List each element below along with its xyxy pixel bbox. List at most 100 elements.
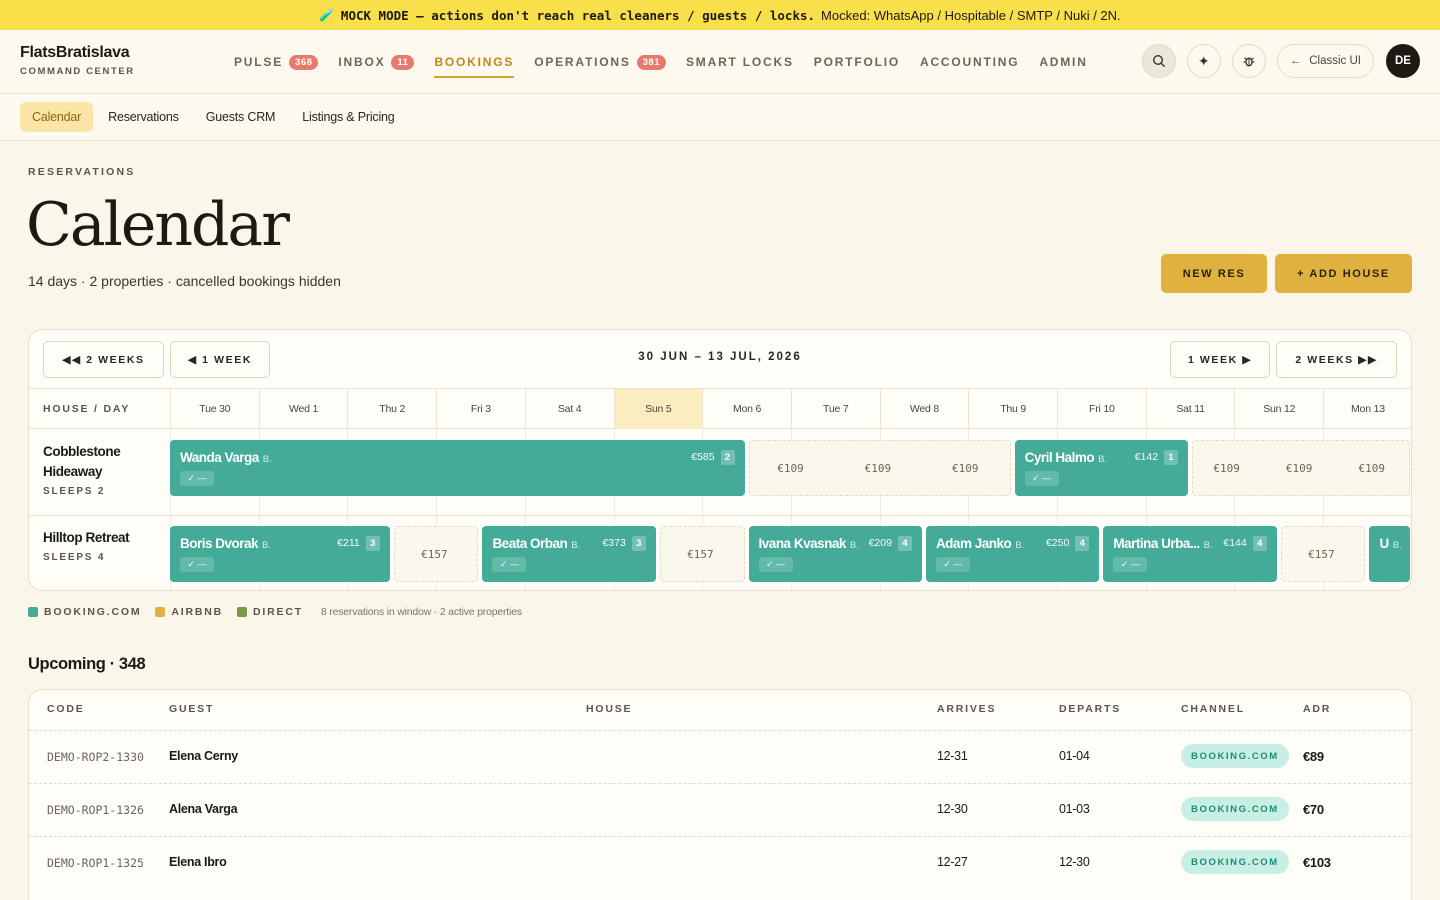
booking-guest: Adam Janko B.: [936, 536, 1024, 551]
booking-status-chip: ✓ —: [180, 557, 214, 572]
upcoming-title: Upcoming · 348: [28, 655, 146, 673]
available-slot[interactable]: €157: [1280, 526, 1366, 582]
booking-nights-badge: 3: [365, 536, 380, 551]
next-2-weeks-button[interactable]: 2 WEEKS ▶▶: [1276, 341, 1397, 378]
house-label[interactable]: Hilltop Retreat SLEEPS 4: [43, 528, 130, 563]
bug-icon: [1243, 57, 1255, 67]
brand-subtitle: COMMAND CENTER: [20, 66, 135, 77]
booking-bar[interactable]: Wanda Varga B. €585 2 ✓ —: [170, 440, 745, 496]
prev-1-week-button[interactable]: ◀ 1 WEEK: [170, 341, 270, 378]
nav-count-badge: 368: [289, 54, 319, 70]
booking-guest-name: Boris Dvorak: [180, 536, 259, 551]
house-label[interactable]: Cobblestone Hideaway SLEEPS 2: [43, 442, 143, 497]
available-slot[interactable]: €109 €109 €109: [748, 440, 1011, 496]
table-row[interactable]: DEMO-ROP2-1330 Elena Cerny 12-31 01-04 BOOKI…: [29, 730, 1411, 783]
nav-accounting[interactable]: ACCOUNTING: [910, 30, 1029, 94]
booking-status-chip: ✓ —: [180, 471, 214, 486]
table-row[interactable]: DEMO-ROP1-1325 Elena Ibro 12-27 12-30 BOOKIN…: [29, 836, 1411, 889]
channel-badge: BOOKING.COM: [1181, 797, 1289, 821]
column-header-departs[interactable]: DEPARTS: [1059, 703, 1121, 715]
upcoming-table: CODE GUEST HOUSE ARRIVES DEPARTS CHANNEL ADR DE…: [28, 689, 1412, 900]
booking-price: €144: [1223, 537, 1247, 549]
subtab-guests-crm[interactable]: Guests CRM: [194, 102, 288, 132]
booking-bar[interactable]: Adam Janko B. €250 4 ✓ —: [925, 526, 1100, 582]
booking-bar[interactable]: Cyril Halmo B. €142 1 ✓ —: [1014, 440, 1189, 496]
nav-count-badge: 381: [636, 54, 666, 70]
table-row[interactable]: DEMO-ROP1-1326 Alena Varga 12-30 01-03 BOOKI…: [29, 783, 1411, 836]
calendar-panel: 30 JUN – 13 JUL, 2026 ◀◀ 2 WEEKS ◀ 1 WEE…: [28, 329, 1412, 591]
column-header-adr[interactable]: ADR: [1303, 703, 1331, 715]
booking-guest: Beata Orban B.: [492, 536, 580, 551]
column-header-arrives[interactable]: ARRIVES: [937, 703, 996, 715]
booking-price: €211: [337, 537, 360, 549]
nav-smart-locks[interactable]: SMART LOCKS: [676, 30, 804, 94]
new-res-button[interactable]: NEW RES: [1161, 254, 1267, 293]
legend-item: AIRBNB: [155, 606, 223, 618]
booking-bar[interactable]: Boris Dvorak B. €211 3 ✓ —: [170, 526, 390, 582]
available-slot[interactable]: €109 €109 €109: [1192, 440, 1410, 496]
search-button[interactable]: [1141, 44, 1176, 78]
nav-bookings[interactable]: BOOKINGS: [424, 30, 524, 94]
subtab-listings-pricing[interactable]: Listings & Pricing: [290, 102, 406, 132]
page-eyebrow: RESERVATIONS: [28, 166, 136, 178]
nav-label: BOOKINGS: [434, 55, 515, 69]
nav-pulse[interactable]: PULSE 368: [224, 30, 328, 94]
nav-admin[interactable]: ADMIN: [1029, 30, 1097, 94]
avatar[interactable]: DE: [1386, 44, 1420, 78]
booking-bar[interactable]: Beata Orban B. €373 3 ✓ —: [482, 526, 656, 582]
day-header-cell: Sun 12: [1234, 389, 1323, 429]
booking-guest-name: Martina Urba...: [1113, 536, 1200, 551]
slot-price: €109: [864, 462, 892, 475]
available-slot[interactable]: €157: [393, 526, 479, 582]
next-1-week-button[interactable]: 1 WEEK ▶: [1170, 341, 1270, 378]
slot-price: €109: [951, 462, 979, 475]
legend-label: BOOKING.COM: [44, 606, 142, 618]
house-name: Hilltop Retreat: [43, 530, 130, 545]
booking-bar[interactable]: U B.: [1369, 526, 1410, 582]
nav-portfolio[interactable]: PORTFOLIO: [804, 30, 910, 94]
cell-adr: €103: [1303, 855, 1331, 870]
booking-guest-name: Ivana Kvasnak: [758, 536, 847, 551]
available-slot[interactable]: €157: [659, 526, 745, 582]
house-day-label: HOUSE / DAY: [43, 403, 131, 415]
house-sleeps: SLEEPS 4: [43, 552, 106, 563]
column-header-code[interactable]: CODE: [47, 703, 85, 715]
brand[interactable]: FlatsBratislava COMMAND CENTER: [20, 44, 135, 77]
classic-ui-button[interactable]: ← Classic UI: [1276, 44, 1374, 78]
debug-button[interactable]: [1231, 44, 1266, 78]
booking-channel-mark: B.: [262, 540, 272, 551]
cell-code: DEMO-ROP1-1325: [47, 856, 144, 870]
booking-status-chip: ✓ —: [1024, 471, 1059, 486]
cell-code: DEMO-ROP1-1326: [47, 803, 144, 817]
booking-guest: U B.: [1379, 536, 1401, 551]
nav-inbox[interactable]: INBOX 11: [328, 30, 424, 94]
arrow-left-icon: ←: [1289, 55, 1302, 67]
subtab-calendar[interactable]: Calendar: [20, 102, 94, 132]
slot-price: €157: [1308, 548, 1335, 561]
mock-banner-rest: Mocked: WhatsApp / Hospitable / SMTP / N…: [821, 7, 1121, 23]
legend-label: AIRBNB: [171, 606, 224, 618]
day-header-cell: Sat 4: [524, 389, 614, 429]
day-header-cell: Thu 2: [347, 389, 436, 429]
prev-2-weeks-button[interactable]: ◀◀ 2 WEEKS: [43, 341, 164, 378]
booking-nights-badge: 4: [1252, 536, 1267, 551]
add-house-button[interactable]: + ADD HOUSE: [1275, 254, 1412, 293]
assistant-button[interactable]: ✦: [1186, 44, 1221, 78]
booking-bar[interactable]: Ivana Kvasnak B. €209 4 ✓ —: [748, 526, 922, 582]
booking-status-chip: ✓ —: [492, 557, 527, 572]
column-header-house[interactable]: HOUSE: [586, 703, 632, 715]
cell-arrives: 12-31: [937, 749, 968, 763]
booking-nights-badge: 1: [1164, 450, 1179, 465]
column-header-guest[interactable]: GUEST: [169, 703, 214, 715]
search-icon: [1152, 54, 1165, 68]
classic-ui-label: Classic UI: [1309, 55, 1361, 67]
booking-status-chip: ✓ —: [935, 557, 970, 572]
booking-bar[interactable]: Martina Urba... B. €144 4 ✓ —: [1103, 526, 1277, 582]
booking-channel-mark: B.: [1392, 540, 1402, 551]
cell-departs: 01-04: [1059, 749, 1090, 763]
subtab-reservations[interactable]: Reservations: [96, 102, 191, 132]
nav-operations[interactable]: OPERATIONS 381: [524, 30, 676, 94]
channel-badge: BOOKING.COM: [1181, 744, 1289, 768]
cell-guest: Elena Cerny: [169, 749, 238, 763]
column-header-channel[interactable]: CHANNEL: [1181, 703, 1245, 715]
